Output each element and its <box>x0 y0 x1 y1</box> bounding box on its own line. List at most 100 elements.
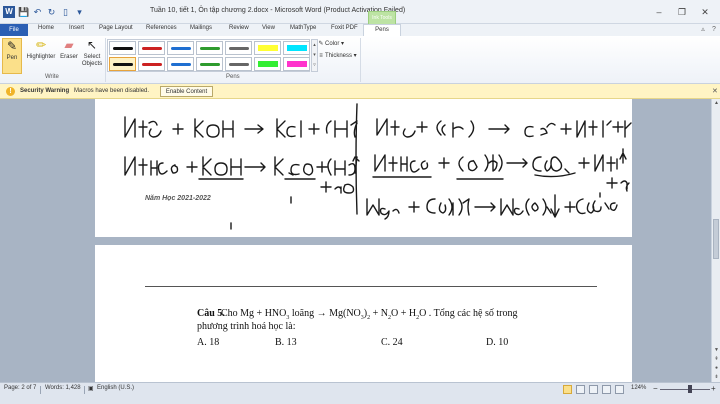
pen-stroke-preview <box>142 63 162 66</box>
pen-swatch-pen[interactable] <box>225 57 252 71</box>
close-button[interactable]: ✕ <box>698 7 712 18</box>
zoom-out-icon[interactable]: − <box>653 384 658 393</box>
pen-styles-gallery <box>107 39 310 72</box>
vertical-scrollbar[interactable]: ▲ ▼ ⇞ ● ⇟ <box>711 99 720 382</box>
scroll-down-icon[interactable]: ▼ <box>712 346 720 355</box>
help-icon[interactable]: ? <box>710 26 718 34</box>
eraser-icon: ▰ <box>64 38 74 52</box>
tab-page-layout[interactable]: Page Layout <box>99 25 133 31</box>
print-layout-view-icon[interactable] <box>563 385 572 394</box>
status-separator <box>84 386 85 394</box>
pen-color-icon: ✎ <box>318 41 324 47</box>
security-warning-message: Macros have been disabled. <box>74 88 150 94</box>
question-text: Cho Mg + HNO3 loãng → Mg(NO3)2 + N2O + H… <box>221 308 518 321</box>
pen-swatch-highlighter[interactable] <box>283 41 310 55</box>
zoom-slider-knob[interactable] <box>688 385 692 393</box>
pen-stroke-preview <box>113 47 133 50</box>
header-rule <box>145 286 597 287</box>
next-page-icon[interactable]: ⇟ <box>712 373 720 382</box>
page-count[interactable]: Page: 2 of 7 <box>4 385 36 391</box>
minimize-ribbon-icon[interactable]: ▵ <box>699 26 707 34</box>
zoom-in-icon[interactable]: + <box>711 384 716 393</box>
proofing-icon[interactable]: ▣ <box>88 385 94 392</box>
close-warning-icon[interactable]: ✕ <box>712 87 718 95</box>
word-count[interactable]: Words: 1,428 <box>45 385 81 391</box>
zoom-slider-track[interactable] <box>660 389 710 390</box>
highlighter-icon: ✏ <box>35 38 47 52</box>
handwritten-ink-strokes <box>124 103 632 230</box>
document-area[interactable]: Năm Học 2021-2022 Câu 5. Cho Mg + HNO3 l… <box>0 99 711 382</box>
security-warning-bar: ! Security Warning Macros have been disa… <box>0 84 720 99</box>
pen-button[interactable]: ✎ Pen <box>2 38 22 74</box>
browse-object-icon[interactable]: ● <box>712 364 720 373</box>
tab-foxit-pdf[interactable]: Foxit PDF <box>331 25 358 31</box>
pen-thickness-dropdown[interactable]: ≡ Thickness ▾ <box>317 51 356 61</box>
outline-view-icon[interactable] <box>602 385 611 394</box>
pen-swatch-pen[interactable] <box>138 41 165 55</box>
pen-stroke-preview <box>229 63 249 66</box>
save-icon[interactable]: 💾 <box>18 6 29 18</box>
previous-page-icon[interactable]: ⇞ <box>712 355 720 364</box>
restore-button[interactable]: ❐ <box>675 7 689 18</box>
undo-icon[interactable]: ↶ <box>32 6 43 18</box>
pen-swatch-pen[interactable] <box>196 41 223 55</box>
pen-stroke-preview <box>171 47 191 50</box>
pen-swatch-pen[interactable] <box>138 57 165 71</box>
pen-swatch-pen[interactable] <box>167 41 194 55</box>
pen-swatch-pen[interactable] <box>225 41 252 55</box>
pen-swatch-highlighter[interactable] <box>254 41 281 55</box>
pen-stroke-preview <box>142 47 162 50</box>
pen-swatch-pen[interactable] <box>109 57 136 71</box>
draft-view-icon[interactable] <box>615 385 624 394</box>
pen-color-dropdown[interactable]: ✎Color ▾ <box>317 39 344 49</box>
pen-swatch-highlighter[interactable] <box>283 57 310 71</box>
minimize-button[interactable]: – <box>652 7 666 18</box>
eraser-button[interactable]: ▰ Eraser <box>58 38 80 74</box>
tab-mailings[interactable]: Mailings <box>190 25 212 31</box>
document-page-2[interactable]: Câu 5. Cho Mg + HNO3 loãng → Mg(NO3)2 + … <box>95 245 632 382</box>
word-app-icon[interactable]: W <box>3 6 15 18</box>
group-separator <box>360 38 361 82</box>
scroll-up-icon[interactable]: ▲ <box>712 99 720 108</box>
pen-stroke-preview <box>200 63 220 66</box>
tab-home[interactable]: Home <box>38 25 54 31</box>
pens-group-label: Pens <box>226 74 240 80</box>
web-layout-view-icon[interactable] <box>589 385 598 394</box>
document-page-1[interactable]: Năm Học 2021-2022 <box>95 99 632 237</box>
document-title: Tuần 10, tiết 1, Ôn tập chương 2.docx - … <box>150 7 406 14</box>
tab-insert[interactable]: Insert <box>69 25 84 31</box>
tab-mathtype[interactable]: MathType <box>290 25 316 31</box>
tab-references[interactable]: References <box>146 25 177 31</box>
tab-review[interactable]: Review <box>229 25 249 31</box>
group-separator <box>105 38 106 82</box>
print-preview-icon[interactable]: ▯ <box>60 6 71 18</box>
pen-swatch-pen[interactable] <box>167 57 194 71</box>
highlighter-button[interactable]: ✏ Highlighter <box>25 38 57 74</box>
answer-a: A. 18 <box>197 337 220 348</box>
select-objects-button[interactable]: ↖ Select Objects <box>80 38 104 74</box>
pen-stroke-preview <box>113 63 133 66</box>
warning-icon: ! <box>6 87 15 96</box>
tab-file[interactable]: File <box>0 24 28 36</box>
pen-swatch-pen[interactable] <box>109 41 136 55</box>
full-screen-reading-view-icon[interactable] <box>576 385 585 394</box>
answer-c: C. 24 <box>381 337 403 348</box>
zoom-level[interactable]: 124% <box>631 385 646 391</box>
scroll-thumb[interactable] <box>713 219 719 259</box>
pen-swatch-highlighter[interactable] <box>254 57 281 71</box>
ribbon-tabs: File Home Insert Page Layout References … <box>0 24 720 36</box>
redo-icon[interactable]: ↻ <box>46 6 57 18</box>
answer-b: B. 13 <box>275 337 297 348</box>
customize-icon[interactable]: ▾ <box>74 6 85 18</box>
answer-d: D. 10 <box>486 337 509 348</box>
question-text-line2: phương trình hoá học là: <box>197 321 296 332</box>
pen-swatch-pen[interactable] <box>196 57 223 71</box>
tab-view[interactable]: View <box>262 25 275 31</box>
enable-content-button[interactable]: Enable Content <box>160 86 213 97</box>
pen-stroke-preview <box>229 47 249 50</box>
tab-pens[interactable]: Pens <box>363 24 401 36</box>
pen-stroke-preview <box>287 61 307 67</box>
language-indicator[interactable]: English (U.S.) <box>97 385 134 391</box>
page-footer-year: Năm Học 2021-2022 <box>145 195 211 202</box>
select-arrow-icon: ↖ <box>86 38 98 52</box>
